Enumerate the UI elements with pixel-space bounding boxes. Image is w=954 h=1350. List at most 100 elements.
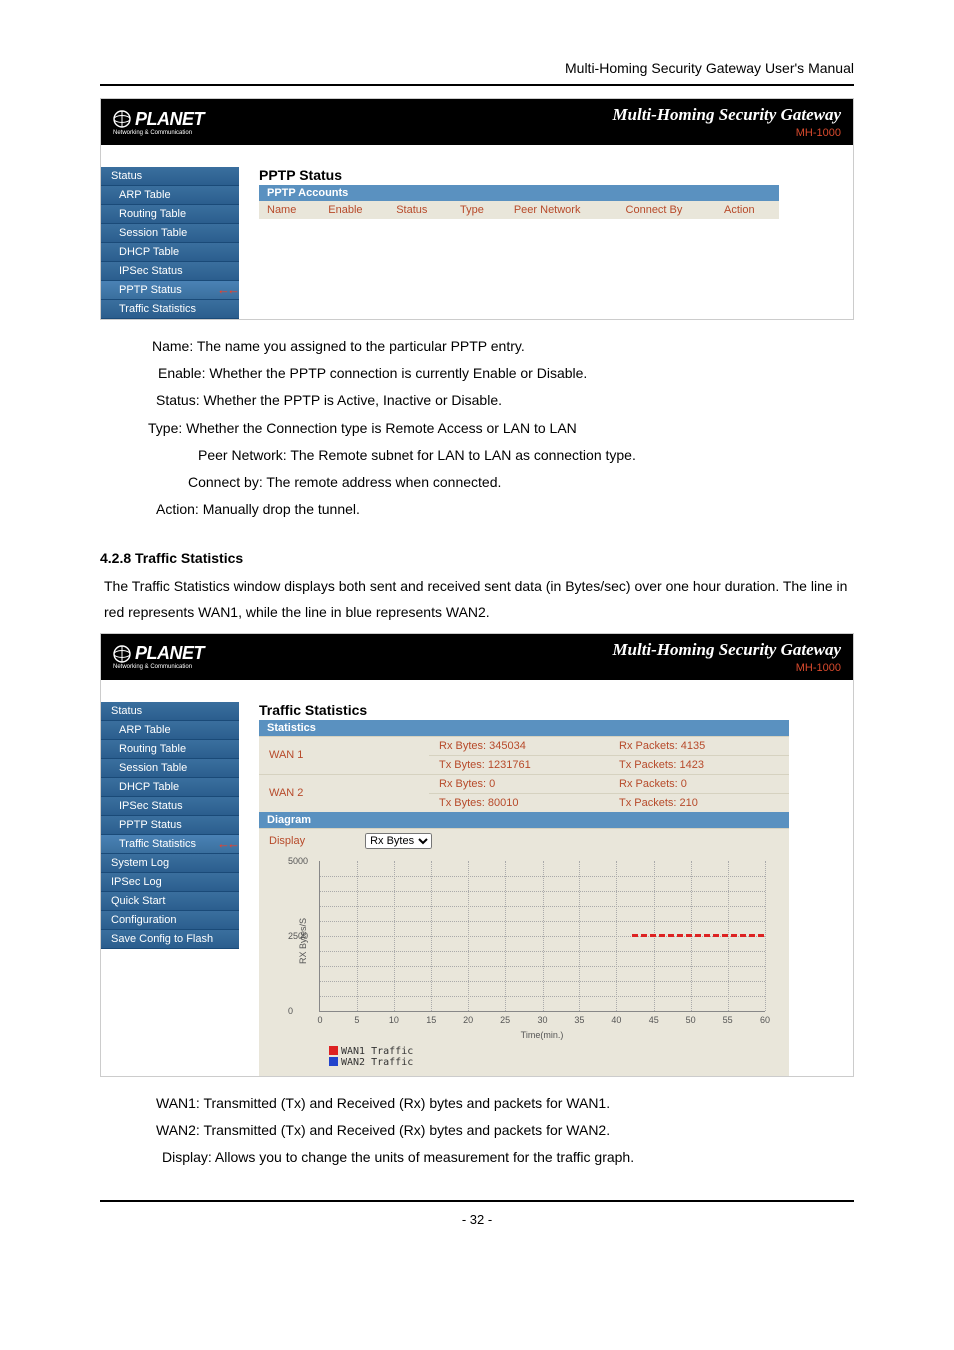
chart-xlabel: Time(min.) [319,1030,765,1040]
th-peer: Peer Network [506,201,618,219]
sidebar: Status ARP Table Routing Table Session T… [101,145,239,319]
sidebar-item-pptp[interactable]: PPTP Status [101,816,239,835]
wan2-row: WAN 2 Rx Bytes: 0Rx Packets: 0 Tx Bytes:… [259,774,789,812]
desc-connect: Connect by: The remote address when conn… [188,470,854,495]
desc-wan2: WAN2: Transmitted (Tx) and Received (Rx)… [156,1118,854,1143]
sidebar-item-routing[interactable]: Routing Table [101,205,239,224]
pptp-accounts-table: Name Enable Status Type Peer Network Con… [259,201,779,219]
xtick-35: 35 [574,1015,584,1025]
section-heading-traffic: 4.2.8 Traffic Statistics [100,550,854,566]
sidebar-item-dhcp[interactable]: DHCP Table [101,778,239,797]
sidebar-item-config[interactable]: Configuration [101,911,239,930]
arrow-indicator-icon: ←← [217,282,237,297]
sidebar-label-pptp: PPTP Status [119,284,182,296]
xtick-25: 25 [500,1015,510,1025]
legend-swatch-wan2 [329,1057,338,1066]
th-status: Status [388,201,452,219]
legend-wan1: WAN1 Traffic [341,1046,413,1057]
sidebar-item-ipseclog[interactable]: IPSec Log [101,873,239,892]
wan2-rx-packets: Rx Packets: 0 [609,775,789,793]
logo-block: PLANET Networking & Communication [113,109,204,136]
display-select[interactable]: Rx Bytes [365,833,432,849]
subheader-diagram: Diagram [259,812,789,828]
sidebar-item-ipsec[interactable]: IPSec Status [101,262,239,281]
xtick-50: 50 [686,1015,696,1025]
sidebar-item-status[interactable]: Status [101,702,239,721]
sidebar-item-session[interactable]: Session Table [101,759,239,778]
sidebar-2: Status ARP Table Routing Table Session T… [101,680,239,1076]
wan2-tx-packets: Tx Packets: 210 [609,794,789,812]
sidebar-item-traffic[interactable]: Traffic Statistics ←← [101,835,239,854]
router-title-2: Multi-Homing Security Gateway MH-1000 [612,640,841,674]
subheader-statistics: Statistics [259,720,789,736]
desc-status: Status: Whether the PPTP is Active, Inac… [156,388,854,413]
sidebar-item-quickstart[interactable]: Quick Start [101,892,239,911]
sidebar-item-arp[interactable]: ARP Table [101,721,239,740]
desc-type: Type: Whether the Connection type is Rem… [148,416,854,441]
globe-icon [113,645,131,663]
sidebar-item-ipsec[interactable]: IPSec Status [101,797,239,816]
sidebar-item-pptp[interactable]: PPTP Status ←← [101,281,239,300]
content-pane: PPTP Status PPTP Accounts Name Enable St… [239,145,853,319]
field-descriptions-1: Name: The name you assigned to the parti… [148,334,854,522]
hr-bottom [100,1200,854,1202]
planet-logo: PLANET [113,109,204,130]
sidebar-item-routing[interactable]: Routing Table [101,740,239,759]
xtick-40: 40 [611,1015,621,1025]
sidebar-item-traffic[interactable]: Traffic Statistics [101,300,239,319]
xtick-10: 10 [389,1015,399,1025]
chart-legend: WAN1 Traffic WAN2 Traffic [329,1046,765,1068]
desc-enable: Enable: Whether the PPTP connection is c… [158,361,854,386]
legend-swatch-wan1 [329,1046,338,1055]
logo-subtitle-2: Networking & Communication [113,664,204,670]
panel-title: PPTP Status [259,165,779,185]
xtick-0: 0 [317,1015,322,1025]
chart-ylabel: RX Bytes/S [298,918,308,964]
screenshot-pptp-status: PLANET Networking & Communication Multi-… [100,98,854,320]
subheader-bar: PPTP Accounts [259,185,779,201]
legend-wan2: WAN2 Traffic [341,1057,413,1068]
th-type: Type [452,201,506,219]
wan1-tx-packets: Tx Packets: 1423 [609,756,789,774]
xtick-5: 5 [354,1015,359,1025]
desc-display: Display: Allows you to change the units … [162,1145,854,1170]
wan2-rx-bytes: Rx Bytes: 0 [429,775,609,793]
th-enable: Enable [320,201,388,219]
display-label: Display [269,835,305,847]
page-header: Multi-Homing Security Gateway User's Man… [100,60,854,76]
xtick-15: 15 [426,1015,436,1025]
section-intro: The Traffic Statistics window displays b… [104,574,854,624]
desc-peer: Peer Network: The Remote subnet for LAN … [198,443,854,468]
th-name: Name [259,201,320,219]
wan2-tx-bytes: Tx Bytes: 80010 [429,794,609,812]
planet-logo-2: PLANET [113,643,204,664]
xtick-20: 20 [463,1015,473,1025]
logo-block-2: PLANET Networking & Communication [113,643,204,670]
router-title: Multi-Homing Security Gateway MH-1000 [612,105,841,139]
ytick-0: 0 [288,1006,293,1016]
hr-top [100,84,854,86]
sidebar-item-save[interactable]: Save Config to Flash [101,930,239,949]
sidebar-item-dhcp[interactable]: DHCP Table [101,243,239,262]
screenshot-traffic-stats: PLANET Networking & Communication Multi-… [100,633,854,1077]
field-descriptions-2: WAN1: Transmitted (Tx) and Received (Rx)… [148,1091,854,1171]
wan1-tx-bytes: Tx Bytes: 1231761 [429,756,609,774]
xtick-30: 30 [537,1015,547,1025]
wan1-label: WAN 1 [259,736,429,774]
wan2-label: WAN 2 [259,774,429,812]
xtick-60: 60 [760,1015,770,1025]
wan1-rx-bytes: Rx Bytes: 345034 [429,737,609,755]
content-pane-2: Traffic Statistics Statistics WAN 1 Rx B… [239,680,853,1076]
arrow-indicator-icon: ←← [217,836,237,851]
th-action: Action [716,201,779,219]
sidebar-item-syslog[interactable]: System Log [101,854,239,873]
traffic-chart: RX Bytes/S 5000 2500 0 0 5 [259,853,789,1076]
th-connect: Connect By [618,201,716,219]
panel-title-2: Traffic Statistics [259,700,789,720]
ytick-5000: 5000 [288,856,308,866]
xtick-55: 55 [723,1015,733,1025]
sidebar-item-session[interactable]: Session Table [101,224,239,243]
sidebar-item-arp[interactable]: ARP Table [101,186,239,205]
sidebar-item-status[interactable]: Status [101,167,239,186]
sidebar-label-traffic: Traffic Statistics [119,838,196,850]
